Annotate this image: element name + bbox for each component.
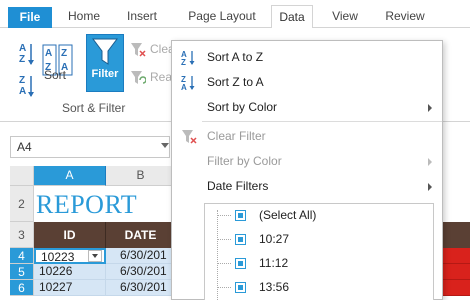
tree-connector [217, 239, 231, 240]
sort-az-icon[interactable]: A Z [18, 40, 36, 68]
list-item[interactable]: 11:12 [205, 252, 433, 276]
menu-item-sort-a-to-z[interactable]: A Z Sort A to Z [172, 45, 442, 70]
svg-text:A: A [45, 48, 52, 59]
filter-dropdown-menu: A Z Sort A to Z Z A Sort Z to A Sort by … [171, 40, 443, 300]
reapply-label[interactable]: Rea [150, 70, 172, 84]
list-item[interactable]: 13:56 [205, 276, 433, 300]
name-box-value: A4 [17, 140, 32, 154]
menu-item-filter-by-color[interactable]: Filter by Color [172, 149, 442, 174]
menu-item-label: Sort A to Z [207, 50, 264, 64]
row-header-5[interactable]: 5 [10, 264, 34, 280]
tree-connector [217, 215, 231, 216]
cell-b5[interactable]: 6/30/201 [106, 264, 176, 280]
clear-filter-icon[interactable] [130, 42, 146, 58]
menu-item-sort-by-color[interactable]: Sort by Color [172, 95, 442, 120]
svg-text:A: A [181, 83, 187, 92]
menu-separator [202, 121, 442, 122]
menu-item-label: Filter by Color [207, 154, 282, 168]
table-header-extra [440, 222, 470, 248]
tab-page-layout[interactable]: Page Layout [176, 6, 268, 28]
checkbox[interactable] [235, 282, 246, 293]
sort-za-icon: Z A [181, 75, 195, 92]
menu-item-label: Sort by Color [207, 100, 278, 114]
autofilter-dropdown-button[interactable] [88, 250, 102, 262]
list-item[interactable]: 10:27 [205, 228, 433, 252]
svg-text:Z: Z [19, 75, 25, 86]
row-header-6[interactable]: 6 [10, 280, 34, 296]
table-header-date[interactable]: DATE [106, 222, 176, 248]
tab-file[interactable]: File [8, 7, 52, 28]
checkbox[interactable] [235, 234, 246, 245]
column-header-b[interactable]: B [106, 166, 176, 186]
tree-connector [217, 287, 231, 288]
menu-item-label: Sort Z to A [207, 75, 264, 89]
reapply-icon[interactable] [130, 70, 146, 86]
list-item-label: 10:27 [259, 232, 290, 246]
clear-filter-icon [182, 130, 197, 144]
list-item-label: (Select All) [259, 208, 317, 222]
menu-item-clear-filter[interactable]: Clear Filter [172, 124, 442, 149]
tab-view[interactable]: View [320, 6, 370, 28]
svg-text:A: A [19, 86, 26, 97]
row-header-4[interactable]: 4 [10, 248, 34, 264]
menu-item-sort-z-to-a[interactable]: Z A Sort Z to A [172, 70, 442, 95]
filter-icon [92, 38, 118, 65]
select-all-corner[interactable] [10, 166, 34, 186]
row-header-3[interactable]: 3 [10, 222, 34, 248]
sort-az-icon: A Z [181, 50, 195, 67]
red-band-cell [440, 280, 470, 296]
menu-item-date-filters[interactable]: Date Filters [172, 174, 442, 199]
sort-button-label[interactable]: Sort [44, 68, 66, 82]
svg-text:A: A [19, 43, 26, 54]
table-header-id[interactable]: ID [34, 222, 106, 248]
list-item[interactable]: (Select All) [205, 204, 433, 228]
tab-home[interactable]: Home [60, 6, 108, 28]
sort-za-icon[interactable]: Z A [18, 72, 36, 100]
chevron-down-icon[interactable] [161, 143, 169, 148]
chevron-right-icon [428, 183, 432, 191]
red-band-cell [440, 264, 470, 280]
column-header-a[interactable]: A [34, 166, 106, 186]
cell-a5[interactable]: 10226 [34, 264, 106, 280]
red-band-cell [440, 248, 470, 264]
filter-button[interactable]: Filter [86, 34, 124, 92]
list-item-label: 11:12 [259, 256, 289, 270]
tab-insert[interactable]: Insert [118, 6, 166, 28]
tab-review[interactable]: Review [375, 6, 435, 28]
chevron-right-icon [428, 158, 432, 166]
ribbon-tabs: File Home Insert Page Layout Data View R… [0, 0, 470, 29]
group-label-sort-filter: Sort & Filter [62, 101, 126, 115]
svg-text:Z: Z [61, 48, 67, 59]
menu-item-label: Date Filters [207, 179, 269, 193]
menu-item-label: Clear Filter [207, 129, 266, 143]
filter-button-label: Filter [91, 68, 119, 80]
list-item-label: 13:56 [259, 280, 290, 294]
svg-text:Z: Z [181, 58, 186, 67]
filter-value-list[interactable]: (Select All) 10:27 11:12 13:56 [204, 203, 434, 300]
cell-a6[interactable]: 10227 [34, 280, 106, 296]
checkbox[interactable] [235, 210, 246, 221]
cell-b6[interactable]: 6/30/201 [106, 280, 176, 296]
row-header-2[interactable]: 2 [10, 186, 34, 222]
chevron-right-icon [428, 104, 432, 112]
tab-data[interactable]: Data [271, 5, 313, 29]
cell-b4[interactable]: 6/30/201 [106, 248, 176, 264]
checkbox[interactable] [235, 258, 246, 269]
tree-connector [217, 263, 231, 264]
report-title: REPORT [36, 190, 138, 219]
name-box[interactable]: A4 [10, 136, 170, 158]
svg-text:Z: Z [19, 54, 25, 65]
